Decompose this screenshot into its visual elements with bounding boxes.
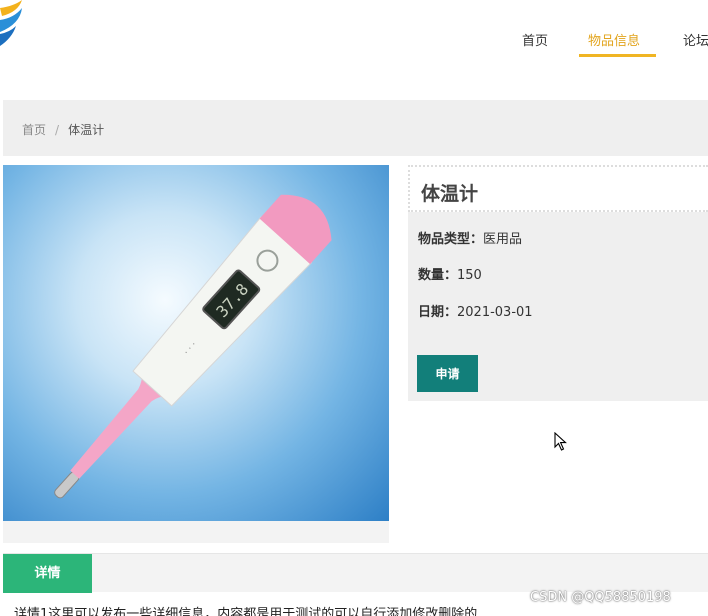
thermometer-image: 37.8 · · · xyxy=(54,194,332,499)
tab-detail[interactable]: 详情 xyxy=(3,554,92,593)
nav-active-underline xyxy=(579,54,656,57)
info-row-date: 日期：2021-03-01 xyxy=(418,301,533,320)
date-value: 2021-03-01 xyxy=(457,305,533,320)
nav-item-items[interactable]: 物品信息 xyxy=(588,30,640,49)
logo-icon xyxy=(0,0,22,46)
mouse-cursor-icon xyxy=(554,432,567,451)
product-title-box: 体温计 xyxy=(408,165,708,212)
product-title: 体温计 xyxy=(421,183,479,205)
info-row-type: 物品类型：医用品 xyxy=(418,228,522,247)
apply-button[interactable]: 申请 xyxy=(417,355,478,392)
detail-text: 详情1这里可以发布一些详细信息，内容都是用于测试的可以自行添加修改删除的 xyxy=(14,607,478,616)
nav-item-home[interactable]: 首页 xyxy=(522,30,548,49)
csdn-watermark: CSDN @QQ58850198 xyxy=(530,590,671,605)
quantity-value: 150 xyxy=(457,268,482,283)
product-info-panel: 物品类型：医用品 数量：150 日期：2021-03-01 申请 xyxy=(408,212,708,401)
type-value: 医用品 xyxy=(483,232,523,247)
main-nav: 首页 物品信息 论坛 xyxy=(500,0,708,60)
product-image: 37.8 · · · xyxy=(3,165,389,521)
breadcrumb-current: 体温计 xyxy=(68,123,105,137)
nav-item-forum[interactable]: 论坛 xyxy=(683,30,708,49)
info-row-quantity: 数量：150 xyxy=(418,264,482,283)
breadcrumb: 首页 / 体温计 xyxy=(22,121,104,138)
image-footer-strip xyxy=(3,521,389,543)
breadcrumb-home-link[interactable]: 首页 xyxy=(22,123,46,137)
quantity-label: 数量： xyxy=(418,268,458,283)
detail-tab-bar: 详情 xyxy=(3,553,708,593)
date-label: 日期： xyxy=(418,305,458,320)
type-label: 物品类型： xyxy=(418,232,484,247)
breadcrumb-separator: / xyxy=(55,123,60,137)
breadcrumb-bar: 首页 / 体温计 xyxy=(3,100,708,156)
